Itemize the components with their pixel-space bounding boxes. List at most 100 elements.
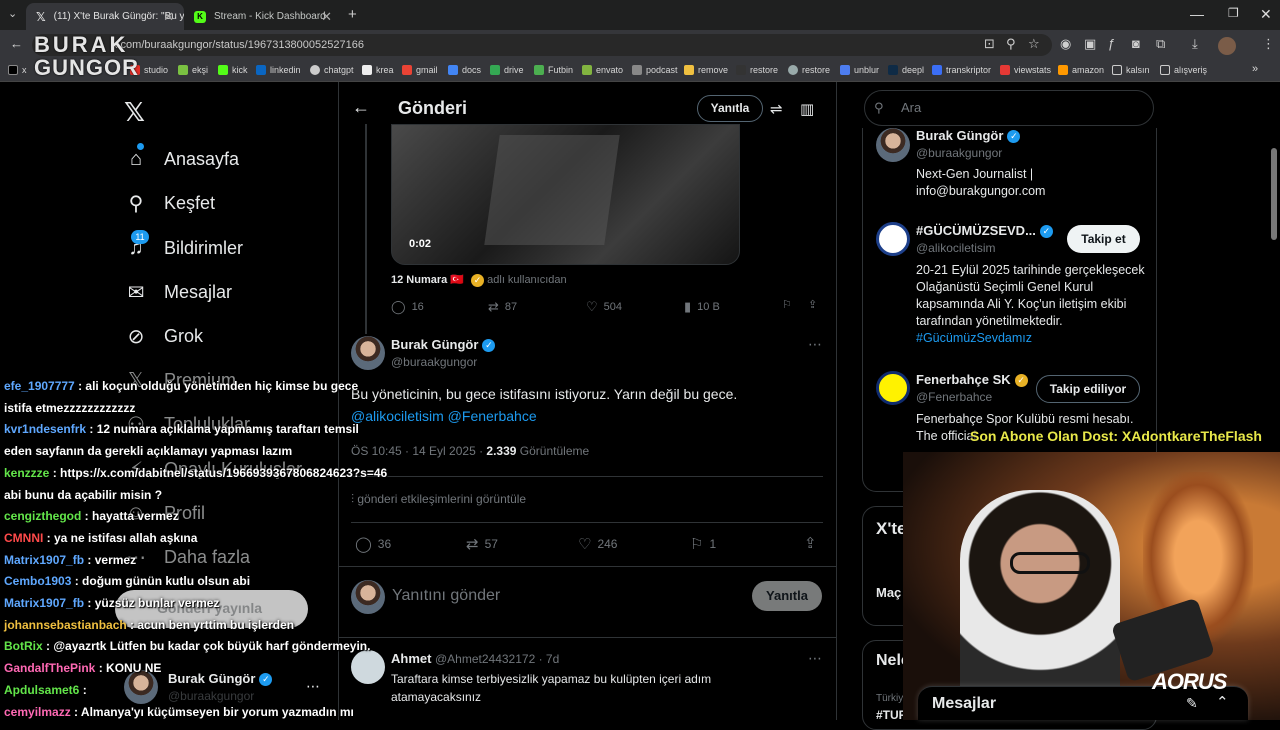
bookmark-item[interactable]: drive <box>490 65 524 75</box>
nav-explore[interactable]: ⚲ Keşfet <box>124 191 215 215</box>
chat-username[interactable]: Apdulsamet6 <box>4 683 79 697</box>
quoted-video[interactable] <box>391 124 740 265</box>
bookmark-item[interactable]: krea <box>362 65 394 75</box>
tweet-likes[interactable]: ♡ 246 <box>578 535 617 553</box>
bookmark-item[interactable]: alışveriş <box>1160 65 1207 75</box>
bookmark-item[interactable]: podcast <box>632 65 678 75</box>
bookmark-item[interactable]: transkriptor <box>932 65 991 75</box>
person-handle[interactable]: @alikociletisim <box>916 241 996 255</box>
nav-grok[interactable]: ⊘ Grok <box>124 324 203 348</box>
window-close-icon[interactable]: ✕ <box>1260 6 1272 23</box>
person-name[interactable]: Fenerbahçe SK ✓ <box>916 372 1028 388</box>
person-name[interactable]: #GÜCÜMÜZSEVD... ✓ <box>916 223 1053 239</box>
tab-search-icon[interactable]: ⌄ <box>8 7 17 20</box>
bookmark-item[interactable]: amazon <box>1058 65 1104 75</box>
scrollbar[interactable] <box>1271 148 1277 240</box>
bookmark-item[interactable]: unblur <box>840 65 879 75</box>
quoted-reposts[interactable]: ⇄ 87 <box>488 299 517 315</box>
new-message-icon[interactable]: ✎ <box>1186 695 1198 712</box>
alikoc-logo-icon[interactable] <box>876 222 910 256</box>
chat-username[interactable]: cengizthegod <box>4 509 81 523</box>
extension-icon[interactable]: ◉ <box>1060 36 1071 52</box>
chat-username[interactable]: efe_1907777 <box>4 379 75 393</box>
tab-x-post[interactable]: 𝕏 (11) X'te Burak Güngör: "Bu yön ✕ <box>26 3 184 30</box>
bookmark-item[interactable]: kalsın <box>1112 65 1150 75</box>
share-icon[interactable]: ⇪ <box>804 534 817 552</box>
menu-icon[interactable]: ⋮ <box>1262 36 1275 52</box>
chat-username[interactable]: cemyilmazz <box>4 705 71 719</box>
quoted-replies[interactable]: ◯ 16 <box>391 299 424 315</box>
bookmark-item[interactable]: ekşi <box>178 65 208 75</box>
quoted-likes[interactable]: ♡ 504 <box>586 299 622 315</box>
tweet-reposts[interactable]: ⇄ 57 <box>466 535 498 553</box>
extension-icon[interactable]: ◙ <box>1132 36 1140 51</box>
person-handle[interactable]: @Fenerbahce <box>916 390 992 404</box>
author-handle[interactable]: @buraakgungor <box>391 355 477 369</box>
quoted-views[interactable]: ▮ 10 B <box>684 299 720 315</box>
chat-username[interactable]: kenzzze <box>4 466 49 480</box>
star-icon[interactable]: ☆ <box>1028 36 1040 52</box>
follow-button[interactable]: Takip et <box>1067 225 1140 253</box>
minimize-icon[interactable]: — <box>1190 6 1204 22</box>
install-icon[interactable]: ⊡ <box>984 36 995 52</box>
bookmark-item[interactable]: linkedin <box>256 65 301 75</box>
nav-home[interactable]: ⌂ Anasayfa <box>124 147 239 171</box>
download-icon[interactable]: ⤓ <box>1192 36 1198 52</box>
search-input[interactable]: Ara <box>864 90 1154 126</box>
chat-username[interactable]: Matrix1907_fb <box>4 596 84 610</box>
chat-username[interactable]: kvr1ndesenfrk <box>4 422 86 436</box>
nav-messages[interactable]: ✉ Mesajlar <box>124 280 232 304</box>
bookmark-item[interactable]: chatgpt <box>310 65 354 75</box>
hashtag-link[interactable]: #GücümüzSevdamız <box>916 331 1032 345</box>
bookmark-item[interactable]: restore <box>736 65 778 75</box>
reply-submit-button[interactable]: Yanıtla <box>752 581 822 611</box>
bookmark-item[interactable]: gmail <box>402 65 438 75</box>
reply-handle[interactable]: @Ahmet24432172 · 7d <box>435 652 559 666</box>
url-input[interactable]: x.com/buraakgungor/status/19673138000525… <box>32 34 1052 56</box>
bookmark-item[interactable]: remove <box>684 65 728 75</box>
tab-kick-dashboard[interactable]: K Stream - Kick Dashboard ✕ <box>184 3 342 30</box>
reply-button-header[interactable]: Yanıtla <box>697 95 763 122</box>
bookmark-item[interactable]: restore <box>788 65 830 75</box>
author-avatar[interactable] <box>351 336 385 370</box>
bookmark-icon[interactable]: ⚐ <box>782 298 792 311</box>
x-logo-icon[interactable]: 𝕏 <box>124 97 145 128</box>
reply-author-name[interactable]: Ahmet <box>391 651 431 666</box>
close-icon[interactable]: ✕ <box>321 9 332 25</box>
more-bookmarks-icon[interactable]: » <box>1252 63 1258 75</box>
extension-icon[interactable]: ƒ <box>1108 36 1115 51</box>
bookmark-item[interactable]: docs <box>448 65 481 75</box>
bookmark-item[interactable]: kick <box>218 65 248 75</box>
bookmark-item[interactable]: deepl <box>888 65 924 75</box>
bookmark-item[interactable]: viewstats <box>1000 65 1051 75</box>
restore-icon[interactable]: ❐ <box>1228 6 1239 20</box>
following-button[interactable]: Takip ediliyor <box>1036 375 1140 403</box>
new-tab-icon[interactable]: + <box>348 6 357 23</box>
puzzle-icon[interactable]: ⧉ <box>1156 36 1165 52</box>
bookmark-item[interactable]: Futbin <box>534 65 573 75</box>
person-name[interactable]: Burak Güngör ✓ <box>916 128 1021 144</box>
reply-more-icon[interactable]: ⋯ <box>808 650 822 667</box>
person-avatar[interactable] <box>876 128 910 162</box>
share-icon[interactable]: ⇪ <box>808 298 817 311</box>
zoom-icon[interactable]: ⚲ <box>1006 36 1016 52</box>
trend-item[interactable]: Maç <box>876 585 901 600</box>
bookmark-item[interactable]: x <box>8 65 27 75</box>
chat-username[interactable]: Cembo1903 <box>4 574 71 588</box>
chat-username[interactable]: johannsebastianbach <box>4 618 127 632</box>
back-icon[interactable]: ← <box>10 36 23 51</box>
reader-icon[interactable]: ▥ <box>800 100 814 118</box>
person-handle[interactable]: @buraakgungor <box>916 146 1002 160</box>
profile-avatar[interactable] <box>1218 37 1236 55</box>
fenerbahce-logo-icon[interactable] <box>876 371 910 405</box>
chevron-up-icon[interactable]: ⌃ <box>1216 693 1229 711</box>
author-name[interactable]: Burak Güngör ✓ <box>391 337 496 353</box>
tweet-more-icon[interactable]: ⋯ <box>808 336 822 353</box>
close-icon[interactable]: ✕ <box>163 9 174 25</box>
chat-username[interactable]: Matrix1907_fb <box>4 553 84 567</box>
chat-username[interactable]: GandalfThePink <box>4 661 95 675</box>
reply-input[interactable]: Yanıtını gönder <box>392 587 500 605</box>
bookmark-item[interactable]: envato <box>582 65 623 75</box>
adjust-icon[interactable]: ⇌ <box>770 100 783 118</box>
back-arrow-icon[interactable]: ← <box>352 97 370 118</box>
